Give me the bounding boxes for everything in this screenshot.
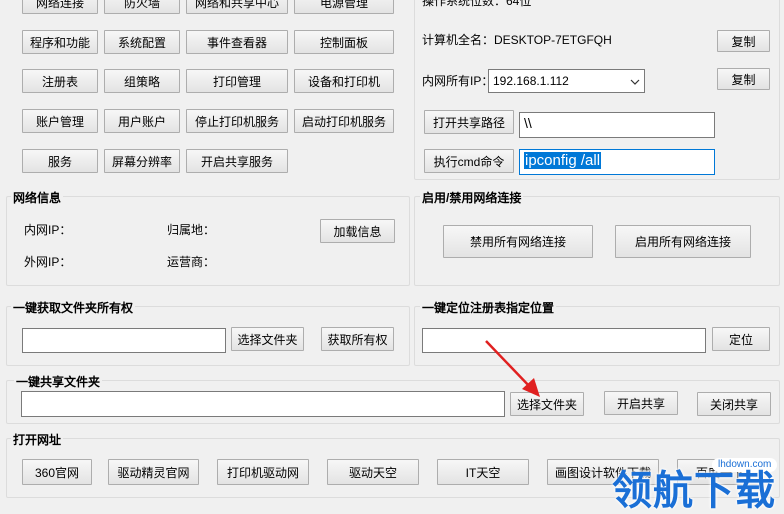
os-bits-label: 操作系统位数：64位	[422, 0, 532, 8]
tool-print-management-button[interactable]: 打印管理	[186, 69, 288, 93]
tool-devices-printers-button[interactable]: 设备和打印机	[294, 69, 394, 93]
watermark-logo: 领航下载	[612, 468, 776, 514]
copy-computer-name-button[interactable]: 复制	[717, 30, 770, 52]
share-path-input[interactable]: \\	[519, 112, 715, 138]
computer-name-label: 计算机全名：DESKTOP-7ETGFQH	[422, 33, 612, 47]
site-driver-sky-button[interactable]: 驱动天空	[327, 459, 419, 485]
registry-path-input[interactable]	[422, 328, 706, 353]
open-share-path-button[interactable]: 打开共享路径	[424, 110, 514, 134]
tool-enable-sharing-service-button[interactable]: 开启共享服务	[186, 149, 288, 173]
disable-all-connections-button[interactable]: 禁用所有网络连接	[443, 225, 593, 258]
tool-system-config-button[interactable]: 系统配置	[104, 30, 180, 54]
take-ownership-button[interactable]: 获取所有权	[321, 327, 394, 351]
tool-stop-printer-service-button[interactable]: 停止打印机服务	[186, 109, 288, 133]
site-it-sky-button[interactable]: IT天空	[437, 459, 529, 485]
enable-all-connections-button[interactable]: 启用所有网络连接	[615, 225, 751, 258]
tool-account-management-button[interactable]: 账户管理	[22, 109, 98, 133]
tool-network-connections-button[interactable]: 网络连接	[22, 0, 98, 14]
registry-locate-title: 一键定位注册表指定位置	[420, 299, 557, 316]
tool-control-panel-button[interactable]: 控制面板	[294, 30, 394, 54]
tool-registry-button[interactable]: 注册表	[22, 69, 98, 93]
site-printer-driver-button[interactable]: 打印机驱动网	[217, 459, 309, 485]
locate-registry-button[interactable]: 定位	[712, 327, 770, 351]
start-share-button[interactable]: 开启共享	[604, 391, 678, 415]
tool-services-button[interactable]: 服务	[22, 149, 98, 173]
load-info-button[interactable]: 加载信息	[320, 219, 395, 243]
network-toggle-title: 启用/禁用网络连接	[420, 189, 524, 206]
share-folder-input[interactable]	[21, 391, 505, 417]
lan-ip-value: 192.168.1.112	[493, 74, 569, 88]
wan-ip-label: 外网IP：	[24, 255, 72, 269]
network-info-title: 网络信息	[11, 189, 64, 206]
chevron-down-icon	[630, 74, 640, 88]
ownership-folder-input[interactable]	[22, 328, 226, 353]
ownership-select-folder-button[interactable]: 选择文件夹	[231, 327, 304, 351]
lan-ip-select[interactable]: 192.168.1.112	[488, 69, 645, 93]
execute-cmd-button[interactable]: 执行cmd命令	[424, 149, 514, 173]
tool-screen-resolution-button[interactable]: 屏幕分辨率	[104, 149, 180, 173]
cmd-input-selection: ipconfig /all	[524, 152, 602, 169]
red-arrow-icon	[485, 340, 540, 397]
stop-share-button[interactable]: 关闭共享	[697, 392, 771, 416]
location-label: 归属地：	[167, 223, 216, 237]
share-folder-title: 一键共享文件夹	[14, 373, 103, 390]
open-urls-title: 打开网址	[11, 431, 64, 448]
tool-programs-features-button[interactable]: 程序和功能	[22, 30, 98, 54]
tool-group-policy-button[interactable]: 组策略	[104, 69, 180, 93]
tool-firewall-button[interactable]: 防火墙	[104, 0, 180, 14]
tool-user-accounts-button[interactable]: 用户账户	[104, 109, 180, 133]
ownership-title: 一键获取文件夹所有权	[11, 299, 136, 316]
lan-ip-info-label: 内网IP：	[24, 223, 72, 237]
isp-label: 运营商：	[167, 255, 216, 269]
tool-start-printer-service-button[interactable]: 启动打印机服务	[294, 109, 394, 133]
site-360-button[interactable]: 360官网	[22, 459, 92, 485]
tool-power-management-button[interactable]: 电源管理	[294, 0, 394, 14]
copy-lan-ip-button[interactable]: 复制	[717, 68, 770, 90]
cmd-input[interactable]: ipconfig /all	[519, 149, 715, 175]
tool-network-sharing-center-button[interactable]: 网络和共享中心	[186, 0, 288, 14]
lan-ip-label: 内网所有IP：	[422, 74, 494, 88]
site-drivergenius-button[interactable]: 驱动精灵官网	[108, 459, 199, 485]
tool-event-viewer-button[interactable]: 事件查看器	[186, 30, 288, 54]
